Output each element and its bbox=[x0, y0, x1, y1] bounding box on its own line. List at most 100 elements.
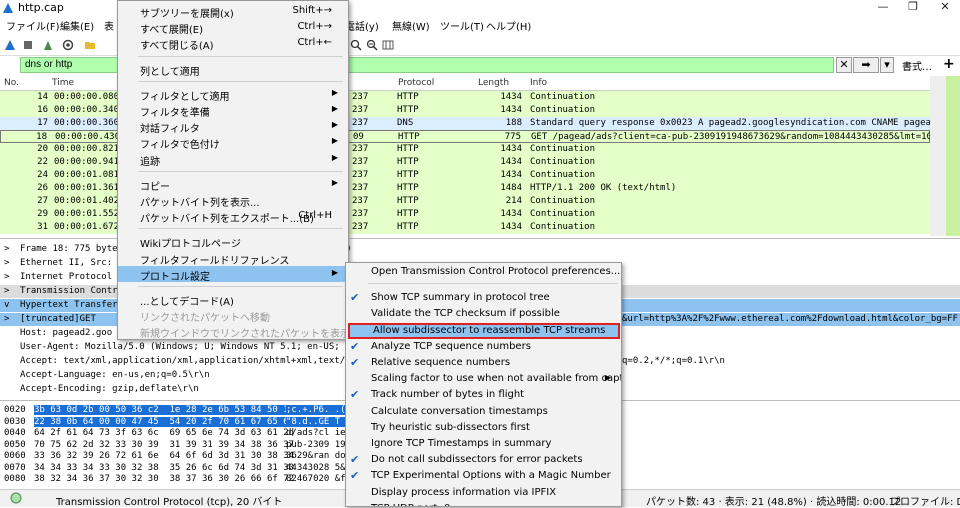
context-menu-item[interactable]: Wikiプロトコルページ bbox=[118, 233, 348, 250]
context-menu-item[interactable]: パケットバイト列をエクスポート...(B) Ctrl+H bbox=[118, 208, 348, 226]
menu-view[interactable]: 表 bbox=[104, 18, 114, 33]
capture-options-icon[interactable] bbox=[62, 39, 74, 51]
column-info[interactable]: Info bbox=[530, 78, 547, 88]
submenu-item[interactable]: TCP UDP port: 0 bbox=[346, 501, 621, 506]
clear-filter-button[interactable]: ✕ bbox=[836, 57, 852, 73]
close-button[interactable]: ✕ bbox=[930, 0, 960, 16]
expand-toggle-icon[interactable]: v bbox=[4, 300, 9, 310]
submenu-item[interactable]: Calculate conversation timestamps bbox=[346, 404, 621, 420]
context-menu-item[interactable]: 追跡 ▶ bbox=[118, 151, 348, 168]
apply-filter-button[interactable]: ➡ bbox=[853, 57, 879, 73]
menu-file[interactable]: ファイル(F) bbox=[6, 18, 60, 33]
hex-bytes[interactable]: 3b 63 0d 2b 00 50 36 c2 1e 28 2e 6b 53 8… bbox=[34, 405, 295, 415]
column-time[interactable]: Time bbox=[52, 78, 74, 88]
hex-ascii[interactable]: "8.d..GE T / bbox=[286, 416, 352, 427]
context-menu-item[interactable]: パケットバイト列を表示... bbox=[118, 192, 348, 209]
packet-length: 1434 bbox=[500, 144, 522, 154]
menu-item-label: Validate the TCP checksum if possible bbox=[371, 308, 560, 320]
hex-ascii[interactable]: 44343028 5&l bbox=[286, 463, 351, 473]
menu-item-label: プロトコル設定 bbox=[140, 271, 210, 283]
menu-item-label: パケットバイト列をエクスポート...(B) bbox=[140, 214, 314, 226]
hex-bytes[interactable]: 70 75 62 2d 32 33 30 39 31 39 31 39 34 3… bbox=[34, 440, 294, 450]
context-menu-item[interactable]: ...としてデコード(A) bbox=[118, 291, 348, 308]
menu-telephony[interactable]: 電話(y) bbox=[345, 18, 379, 33]
hex-bytes[interactable]: 38 32 34 36 37 30 32 30 38 37 36 30 26 6… bbox=[34, 474, 294, 484]
context-menu-item[interactable]: すべて展開(E) Ctrl+→ bbox=[118, 19, 348, 36]
hex-bytes[interactable]: 34 34 33 34 33 30 32 38 35 26 6c 6d 74 3… bbox=[34, 463, 294, 473]
zoom-in-icon[interactable] bbox=[350, 39, 362, 51]
profile-text[interactable]: プロファイル: Default bbox=[890, 493, 960, 508]
expand-toggle-icon[interactable]: > bbox=[4, 258, 9, 268]
menu-help[interactable]: ヘルプ(H) bbox=[486, 18, 531, 33]
detail-text: Transmission Contro bbox=[20, 286, 123, 296]
shark-fin-start-icon[interactable] bbox=[4, 39, 16, 51]
hex-ascii[interactable]: 3629&ran dom bbox=[286, 451, 351, 461]
context-menu-item[interactable]: フィルタフィールドリファレンス bbox=[118, 250, 348, 267]
context-menu-item[interactable]: 列として適用 bbox=[118, 61, 348, 78]
context-menu-item[interactable]: フィルタで色付け ▶ bbox=[118, 134, 348, 151]
hex-ascii[interactable]: ;c.+.P6. .(. bbox=[286, 405, 352, 415]
menu-wireless[interactable]: 無線(W) bbox=[392, 18, 430, 33]
expand-toggle-icon[interactable]: > bbox=[4, 314, 9, 324]
open-file-icon[interactable] bbox=[84, 39, 96, 51]
expand-toggle-icon[interactable]: > bbox=[4, 244, 9, 254]
hex-ascii[interactable]: pub-2309 191 bbox=[286, 440, 351, 450]
packet-list-scrollbar[interactable] bbox=[930, 76, 946, 236]
add-filter-button[interactable]: + bbox=[943, 56, 955, 72]
context-menu-item[interactable]: フィルタを準備 ▶ bbox=[118, 102, 348, 119]
context-menu-item[interactable]: サブツリーを展開(x) Shift+→ bbox=[118, 3, 348, 20]
menu-edit[interactable]: 編集(E) bbox=[60, 18, 94, 33]
detail-text: Internet Protocol V bbox=[20, 272, 123, 282]
restore-button[interactable]: ❐ bbox=[898, 0, 928, 16]
expand-toggle-icon[interactable]: > bbox=[4, 272, 9, 282]
resize-columns-icon[interactable] bbox=[382, 39, 394, 51]
packet-protocol: HTTP bbox=[397, 209, 419, 219]
submenu-item[interactable]: ✔ Relative sequence numbers bbox=[346, 355, 621, 371]
submenu-item[interactable]: Validate the TCP checksum if possible bbox=[346, 306, 621, 322]
column-no[interactable]: No. bbox=[4, 78, 19, 88]
hex-bytes[interactable]: 64 2f 61 64 73 3f 63 6c 69 65 6e 74 3d 6… bbox=[34, 428, 294, 438]
protocol-preferences-submenu: Open Transmission Control Protocol prefe… bbox=[345, 262, 622, 507]
packet-destination: 237 bbox=[352, 157, 369, 167]
minimize-button[interactable]: — bbox=[868, 0, 898, 16]
zoom-out-icon[interactable] bbox=[366, 39, 378, 51]
submenu-item[interactable]: Allow subdissector to reassemble TCP str… bbox=[348, 322, 620, 339]
stop-capture-icon[interactable] bbox=[22, 39, 34, 51]
expand-toggle-icon[interactable]: > bbox=[4, 286, 9, 296]
column-length[interactable]: Length bbox=[478, 78, 509, 88]
submenu-item[interactable]: Display process information via IPFIX bbox=[346, 485, 621, 501]
submenu-item[interactable]: ✔ TCP Experimental Options with a Magic N… bbox=[346, 468, 621, 484]
context-menu-item[interactable]: コピー ▶ bbox=[118, 176, 348, 193]
packet-list-minimap[interactable] bbox=[946, 76, 960, 236]
packet-protocol: HTTP bbox=[397, 157, 419, 167]
submenu-item[interactable]: ✔ Analyze TCP sequence numbers bbox=[346, 339, 621, 355]
expert-info-icon[interactable] bbox=[10, 492, 22, 507]
restart-capture-icon[interactable] bbox=[42, 39, 54, 51]
submenu-item[interactable]: Ignore TCP Timestamps in summary bbox=[346, 436, 621, 452]
submenu-item[interactable]: ✔ Show TCP summary in protocol tree bbox=[346, 290, 621, 306]
submenu-item[interactable]: Scaling factor to use when not available… bbox=[346, 371, 621, 387]
context-menu-item[interactable]: フィルタとして適用 ▶ bbox=[118, 86, 348, 103]
menu-item-shortcut: Ctrl+← bbox=[297, 37, 332, 49]
hex-ascii[interactable]: d/ads?cl ien bbox=[286, 428, 351, 438]
submenu-item[interactable]: ✔ Track number of bytes in flight bbox=[346, 387, 621, 403]
submenu-item[interactable]: Open Transmission Control Protocol prefe… bbox=[346, 264, 621, 280]
submenu-item[interactable]: ✔ Do not call subdissectors for error pac… bbox=[346, 452, 621, 468]
context-menu-item[interactable]: すべて閉じる(A) Ctrl+← bbox=[118, 35, 348, 52]
packet-length: 775 bbox=[504, 132, 521, 142]
status-text: Transmission Control Protocol (tcp), 20 … bbox=[56, 497, 283, 508]
hex-bytes[interactable]: 33 36 32 39 26 72 61 6e 64 6f 6d 3d 31 3… bbox=[34, 451, 294, 461]
column-protocol[interactable]: Protocol bbox=[398, 78, 434, 88]
context-menu-item[interactable]: プロトコル設定 ▶ bbox=[118, 265, 348, 283]
menu-tools[interactable]: ツール(T) bbox=[440, 18, 484, 33]
recent-filters-dropdown[interactable]: ▾ bbox=[880, 57, 894, 73]
hex-ascii[interactable]: 82467020 &fo bbox=[286, 474, 351, 484]
context-menu-item[interactable]: 対話フィルタ ▶ bbox=[118, 118, 348, 135]
hex-bytes[interactable]: 22 38 0b 64 00 00 47 45 54 20 2f 70 61 6… bbox=[34, 416, 295, 427]
submenu-item[interactable]: Try heuristic sub-dissectors first bbox=[346, 420, 621, 436]
detail-text-tail: q=0.2,*/*;q=0.1\r\n bbox=[622, 356, 725, 366]
expression-button[interactable]: 書式… bbox=[902, 58, 932, 73]
packet-protocol: HTTP bbox=[397, 222, 419, 232]
packet-info: Continuation bbox=[530, 170, 596, 180]
menu-item-label: Scaling factor to use when not available… bbox=[371, 373, 622, 385]
